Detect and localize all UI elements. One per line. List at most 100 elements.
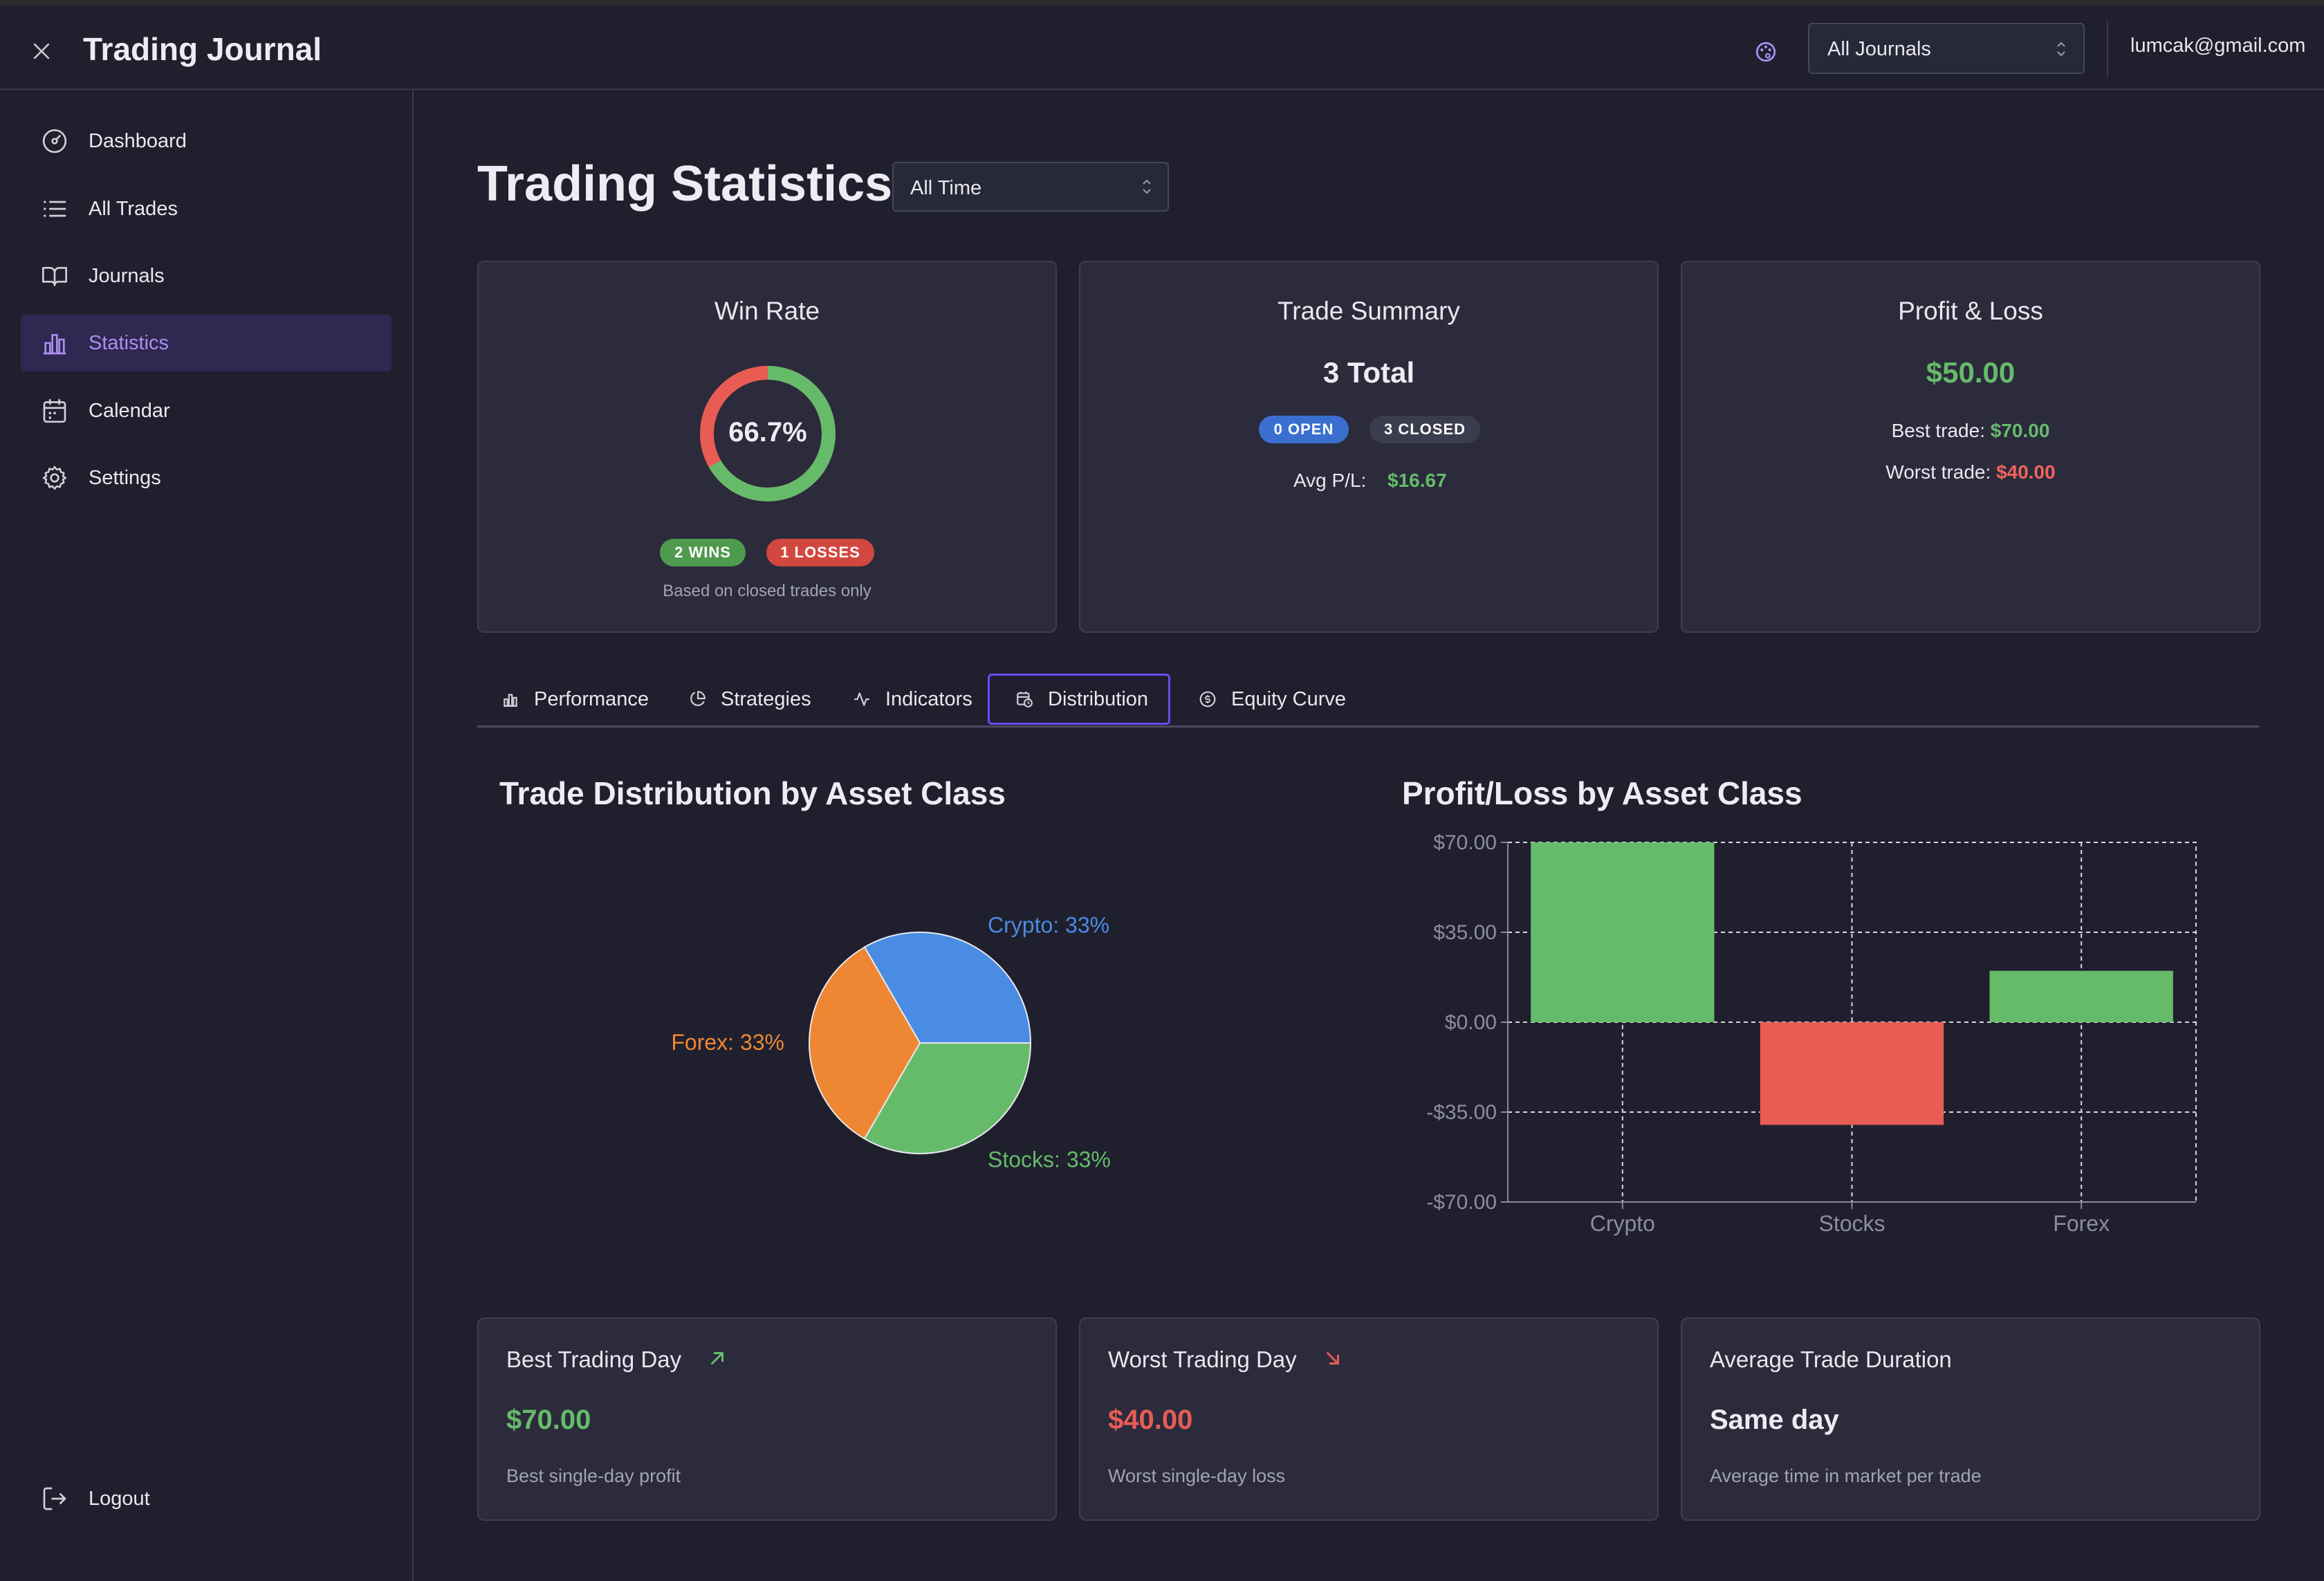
sidebar-item-label: Dashboard: [89, 129, 187, 152]
best-trade-line: Best trade: $70.00: [1682, 420, 2259, 442]
chevron-up-down-icon: [1141, 177, 1152, 200]
pl-by-asset-bar-chart: $70.00 $35.00 $0.00 -$35.00 -$70.00 Crypto Sto…: [1426, 831, 2197, 1236]
activity-icon: [852, 690, 872, 709]
tab-distribution[interactable]: Distribution: [988, 674, 1170, 725]
pie-label-forex: Forex: 33%: [671, 1030, 784, 1055]
sidebar-item-statistics[interactable]: Statistics: [21, 315, 391, 371]
wins-badge: 2 WINS: [660, 539, 746, 566]
app-title: Trading Journal: [83, 31, 322, 67]
logout-icon: [37, 1481, 72, 1516]
tab-label: Distribution: [1048, 687, 1149, 710]
y-tick-label: $0.00: [1445, 1011, 1497, 1034]
sidebar-item-settings[interactable]: Settings: [21, 450, 391, 506]
y-tick-label: $70.00: [1433, 831, 1497, 854]
sidebar-item-journals[interactable]: Journals: [21, 248, 391, 304]
window-top-strip: [0, 0, 2324, 6]
y-tick-label: $35.00: [1433, 921, 1497, 944]
worst-trade-label: Worst trade:: [1885, 461, 1991, 483]
best-day-card: Best Trading Day $70.00 Best single-day …: [477, 1318, 1057, 1521]
sidebar-item-dashboard[interactable]: Dashboard: [21, 113, 391, 169]
dollar-circle-icon: [1198, 690, 1217, 709]
app-header: Trading Journal All Journals lumcak@gmai…: [0, 6, 2324, 90]
avg-pl-value: $16.67: [1387, 470, 1447, 491]
worst-day-desc: Worst single-day loss: [1108, 1466, 1286, 1486]
palette-icon[interactable]: [1750, 36, 1782, 68]
time-filter-value: All Time: [910, 177, 982, 199]
pie-chart-icon: [688, 690, 707, 709]
best-trade-label: Best trade:: [1891, 420, 1985, 441]
tab-performance[interactable]: Performance: [490, 674, 660, 725]
page-title: Trading Statistics: [477, 156, 893, 212]
worst-trade-line: Worst trade: $40.00: [1682, 461, 2259, 483]
sidebar-item-calendar[interactable]: Calendar: [21, 382, 391, 439]
journal-select[interactable]: All Journals: [1808, 23, 2085, 74]
trade-summary-card: Trade Summary 3 Total 0 OPEN 3 CLOSED Av…: [1079, 261, 1659, 633]
best-day-value: $70.00: [506, 1405, 591, 1435]
win-rate-card: Win Rate 66.7% 2 WINS 1 LOSSES Based on …: [477, 261, 1057, 633]
card-title: Trade Summary: [1278, 297, 1460, 325]
sidebar-item-all-trades[interactable]: All Trades: [21, 181, 391, 237]
trend-up-arrow-icon: [711, 1352, 724, 1365]
time-filter-select[interactable]: All Time: [892, 162, 1169, 212]
asset-distribution-pie: Crypto: 33% Forex: 33% Stocks: 33%: [671, 912, 1111, 1172]
stats-tabs: Performance Strategies Indicators Distri…: [477, 669, 2259, 728]
sidebar: Dashboard All Trades Journals Statistics…: [0, 90, 414, 1581]
closed-badge: 3 CLOSED: [1370, 416, 1480, 443]
pie-label-stocks: Stocks: 33%: [988, 1147, 1111, 1172]
worst-day-card: Worst Trading Day $40.00 Worst single-da…: [1079, 1318, 1659, 1521]
worst-trade-value: $40.00: [1996, 461, 2056, 483]
tab-label: Equity Curve: [1231, 687, 1347, 710]
worst-day-title: Worst Trading Day: [1108, 1347, 1297, 1372]
x-tick-label: Stocks: [1818, 1211, 1885, 1236]
pie-chart-title: Trade Distribution by Asset Class: [499, 775, 1006, 811]
win-rate-value: 66.7%: [728, 417, 807, 447]
losses-badge: 1 LOSSES: [766, 539, 874, 566]
card-title: Profit & Loss: [1898, 297, 2043, 325]
user-email[interactable]: lumcak@gmail.com: [2130, 35, 2305, 57]
list-icon: [37, 192, 72, 226]
bar-crypto: [1531, 842, 1715, 1022]
avg-duration-desc: Average time in market per trade: [1710, 1466, 1982, 1486]
open-badge: 0 OPEN: [1259, 416, 1349, 443]
sidebar-item-label: Calendar: [89, 399, 170, 422]
logout-button[interactable]: Logout: [21, 1470, 391, 1527]
journal-select-value: All Journals: [1827, 38, 1931, 60]
sidebar-item-label: Settings: [89, 466, 161, 489]
calendar-clock-icon: [1015, 690, 1034, 709]
sidebar-item-label: Statistics: [89, 331, 169, 354]
y-tick-label: -$70.00: [1426, 1191, 1497, 1214]
y-tick-label: -$35.00: [1426, 1101, 1497, 1124]
stat-title: Worst Trading Day: [1108, 1347, 1343, 1373]
header-divider: [2107, 21, 2108, 77]
tab-equity-curve[interactable]: Equity Curve: [1187, 674, 1357, 725]
worst-day-value: $40.00: [1108, 1405, 1193, 1435]
best-day-desc: Best single-day profit: [506, 1466, 681, 1486]
trend-down-arrow-icon: [1326, 1352, 1339, 1365]
logout-label: Logout: [89, 1487, 150, 1510]
tab-strategies[interactable]: Strategies: [676, 674, 822, 725]
stat-title: Best Trading Day: [506, 1347, 728, 1373]
tab-label: Indicators: [885, 687, 972, 710]
calendar-icon: [37, 394, 72, 428]
sidebar-item-label: All Trades: [89, 197, 178, 220]
tab-label: Strategies: [721, 687, 811, 710]
avg-duration-title: Average Trade Duration: [1710, 1347, 1952, 1372]
gear-icon: [37, 461, 72, 495]
total-pl: $50.00: [1926, 356, 2016, 389]
x-tick-label: Forex: [2053, 1211, 2110, 1236]
win-rate-note: Based on closed trades only: [663, 582, 872, 600]
bar-forex: [1989, 970, 2173, 1022]
best-trade-value: $70.00: [1990, 420, 2050, 441]
tab-label: Performance: [534, 687, 649, 710]
bar-stocks: [1760, 1022, 1944, 1125]
avg-duration-value: Same day: [1710, 1405, 1839, 1435]
bar-chart-icon: [37, 326, 72, 360]
dashboard-icon: [37, 124, 72, 158]
tab-indicators[interactable]: Indicators: [841, 674, 984, 725]
pie-label-crypto: Crypto: 33%: [988, 912, 1109, 937]
close-icon[interactable]: [26, 36, 57, 66]
trade-total: 3 Total: [1322, 356, 1415, 389]
bar-chart-title: Profit/Loss by Asset Class: [1402, 775, 1802, 811]
sidebar-item-label: Journals: [89, 264, 165, 287]
avg-duration-card: Average Trade Duration Same day Average …: [1681, 1318, 2260, 1521]
